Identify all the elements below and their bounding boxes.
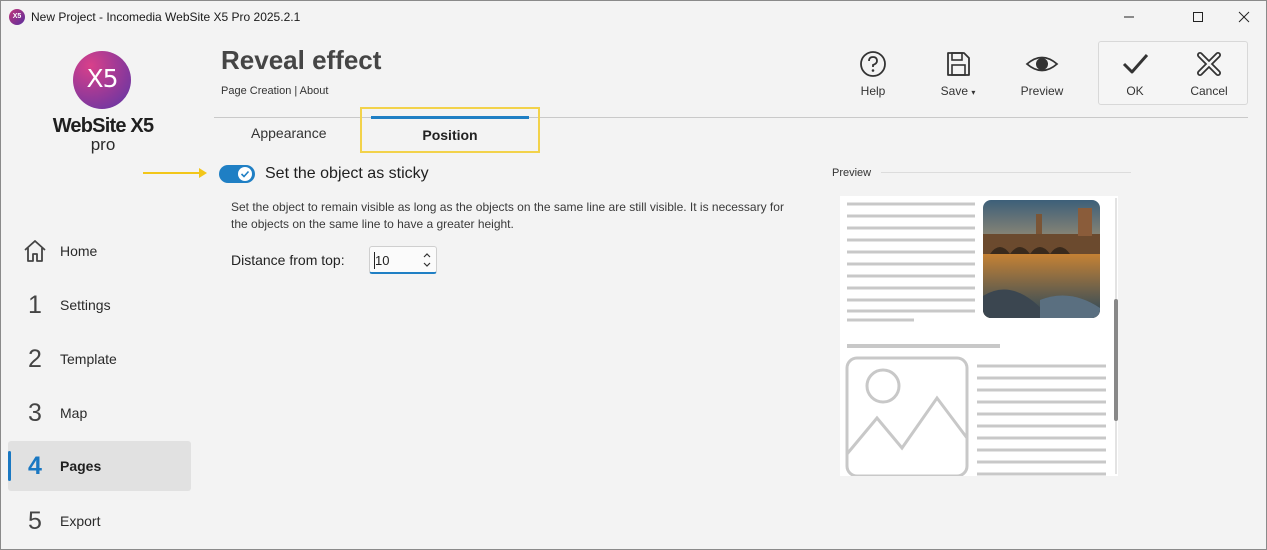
photo-placeholder (983, 200, 1100, 318)
breadcrumb: Page Creation | About (221, 85, 329, 97)
sticky-label: Set the object as sticky (265, 165, 429, 182)
distance-stepper[interactable]: 10 (369, 246, 437, 274)
layout-preview (840, 196, 1118, 476)
step-number: 5 (28, 507, 42, 535)
toggle-knob (238, 167, 252, 181)
help-icon (860, 51, 886, 77)
step-number: 2 (28, 345, 42, 373)
check-icon (1122, 54, 1149, 74)
logo-mark-text: X5 (86, 64, 118, 93)
sticky-toggle[interactable] (219, 165, 255, 183)
cancel-icon (1197, 52, 1221, 76)
help-button[interactable]: Help (841, 45, 905, 105)
website-x5-logo: X5 WebSite X5 pro (51, 51, 155, 155)
save-label: Save ▾ (940, 84, 976, 98)
chevron-down-icon[interactable] (421, 260, 433, 270)
home-icon (24, 240, 46, 262)
sidebar-item-pages[interactable]: 4 Pages (8, 441, 191, 491)
step-number: 3 (28, 399, 42, 427)
ok-label: OK (1126, 84, 1144, 98)
save-icon (947, 52, 970, 76)
preview-button[interactable]: Preview (1010, 45, 1074, 105)
minimize-button[interactable] (1106, 1, 1152, 33)
minimize-icon (1124, 16, 1134, 18)
cancel-button[interactable]: Cancel (1177, 45, 1241, 105)
app-window: X5 New Project - Incomedia WebSite X5 Pr… (0, 0, 1267, 550)
sidebar-item-template[interactable]: 2 Template (8, 334, 191, 384)
chevron-up-icon[interactable] (421, 250, 433, 260)
active-tab-indicator (371, 116, 529, 119)
preview-scrollbar-thumb[interactable] (1114, 299, 1118, 421)
sticky-description: Set the object to remain visible as long… (231, 200, 784, 231)
image-placeholder-icon (845, 356, 969, 476)
distance-label: Distance from top: (231, 252, 345, 268)
ok-button[interactable]: OK (1103, 45, 1167, 105)
sidebar-item-label: Settings (60, 297, 111, 313)
check-icon (240, 170, 250, 178)
save-button[interactable]: Save ▾ (926, 45, 990, 105)
sidebar-item-home[interactable]: Home (8, 226, 191, 276)
sidebar-item-label: Pages (60, 458, 102, 474)
maximize-button[interactable] (1175, 1, 1221, 33)
close-button[interactable] (1221, 1, 1267, 33)
chevron-down-icon: ▾ (971, 88, 976, 97)
sidebar-item-label: Map (60, 405, 88, 421)
sidebar-item-export[interactable]: 5 Export (8, 496, 191, 546)
preview-label: Preview (1020, 84, 1064, 98)
eye-icon (1025, 56, 1059, 72)
logo-mark: X5 (73, 51, 131, 109)
preview-heading: Preview (832, 167, 872, 179)
sidebar-item-label: Export (60, 513, 101, 529)
step-number: 4 (28, 452, 42, 480)
tab-position-label: Position (422, 127, 478, 143)
sidebar-item-map[interactable]: 3 Map (8, 388, 191, 438)
layout-illustration (845, 200, 1106, 476)
sidebar-item-label: Home (60, 243, 98, 259)
logo-edition: pro (90, 135, 116, 154)
sidebar-item-settings[interactable]: 1 Settings (8, 280, 191, 330)
page-title: Reveal effect (221, 45, 382, 75)
preview-divider (881, 172, 1131, 173)
distance-value: 10 (375, 253, 390, 268)
help-label: Help (860, 84, 886, 98)
tab-appearance[interactable]: Appearance (251, 125, 327, 141)
step-number: 1 (28, 291, 42, 319)
title-bar: X5 New Project - Incomedia WebSite X5 Pr… (1, 1, 1266, 33)
tab-position[interactable]: Position (360, 107, 540, 153)
arrow-right-icon (143, 168, 207, 178)
window-title: New Project - Incomedia WebSite X5 Pro 2… (31, 10, 301, 24)
app-logo-icon: X5 (9, 9, 25, 25)
close-icon (1238, 11, 1250, 23)
maximize-icon (1193, 12, 1203, 22)
sidebar-item-label: Template (60, 351, 117, 367)
cancel-label: Cancel (1190, 84, 1228, 98)
